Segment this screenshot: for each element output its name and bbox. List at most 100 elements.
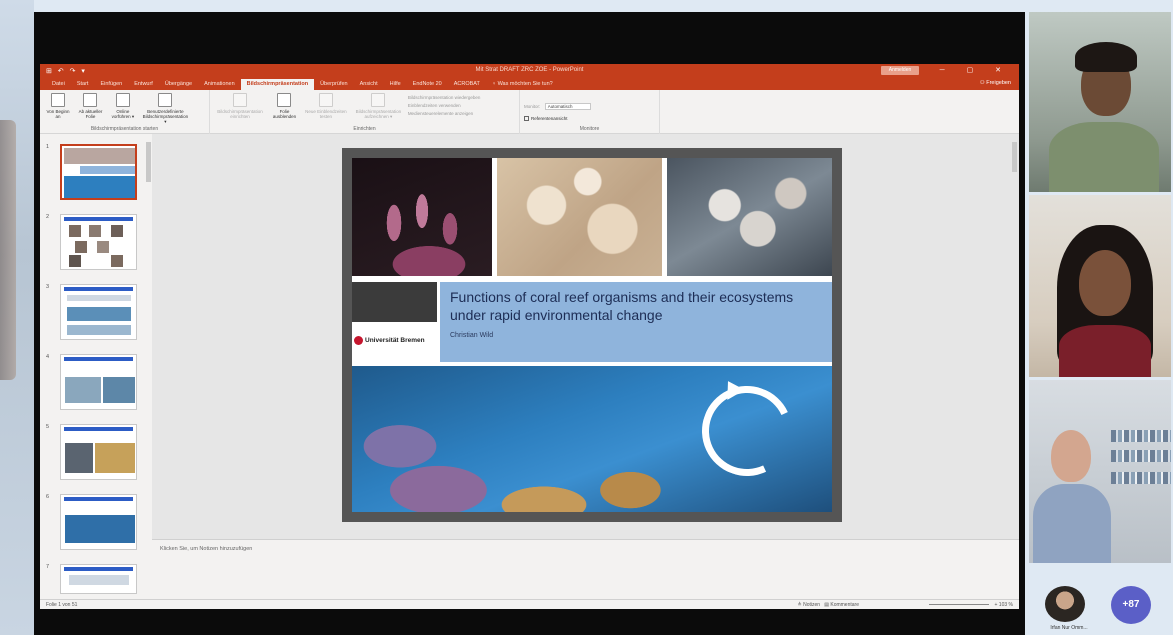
slide-title-line-1: Functions of coral reef organisms and th… xyxy=(450,289,794,305)
slide-canvas: Universität Bremen Functions of coral re… xyxy=(152,134,1019,539)
setup-show-button[interactable]: Bildschirmpräsentation einrichten xyxy=(214,93,266,119)
slide-thumbnail-pane: 1 2 3 4 5 6 7 xyxy=(40,134,152,599)
slide-author: Christian Wild xyxy=(450,332,494,339)
participant-face xyxy=(1051,430,1091,482)
participant-video-column xyxy=(1025,12,1173,635)
notes-placeholder: Klicken Sie, um Notizen hinzuzufügen xyxy=(160,546,253,552)
cycle-arrow-icon xyxy=(689,373,805,489)
slide-thumbnail-3[interactable] xyxy=(60,284,137,340)
tab-start[interactable]: Start xyxy=(71,79,95,90)
thumbnail-number: 3 xyxy=(46,284,50,290)
group-label-monitors: Monitore xyxy=(579,126,600,132)
tab-hilfe[interactable]: Hilfe xyxy=(384,79,407,90)
tab-acrobat[interactable]: ACROBAT xyxy=(448,79,486,90)
ribbon-group-start: Von Beginn an Ab aktueller Folie Online … xyxy=(40,90,210,134)
rehearse-timings-button[interactable]: Neue Einblendzeiten testen xyxy=(303,93,349,119)
slide-thumbnail-4[interactable] xyxy=(60,354,137,410)
comments-toggle-button[interactable]: ▤ Kommentare xyxy=(824,602,859,608)
tab-einfuegen[interactable]: Einfügen xyxy=(94,79,128,90)
current-slide[interactable]: Universität Bremen Functions of coral re… xyxy=(342,148,842,522)
sign-in-button[interactable]: Anmelden xyxy=(881,66,919,75)
canvas-scrollbar[interactable] xyxy=(1012,142,1017,172)
university-logo: Universität Bremen xyxy=(354,336,425,345)
group-label-setup: Einrichten xyxy=(353,126,376,132)
tell-me-search[interactable]: ♀ Was möchten Sie tun? xyxy=(486,79,559,90)
coral-photo-2 xyxy=(497,158,662,276)
zoom-slider[interactable] xyxy=(929,604,989,605)
zoom-level[interactable]: + 103 % xyxy=(995,602,1014,608)
coral-photo-3 xyxy=(667,158,832,276)
thumbnail-number: 5 xyxy=(46,424,50,430)
thumbnail-number: 1 xyxy=(46,144,50,150)
participant-body xyxy=(1049,122,1159,192)
globe-icon xyxy=(115,93,130,107)
participant-video-3[interactable] xyxy=(1029,380,1171,563)
thumbnail-scrollbar[interactable] xyxy=(146,142,151,182)
bookshelf xyxy=(1111,472,1171,484)
reef-underwater-photo xyxy=(352,366,832,512)
slide-thumbnail-2[interactable] xyxy=(60,214,137,270)
title-bar: ⊞ ↶ ↷ ▾ Mit Strat DRAFT ZRC ZOE - PowerP… xyxy=(40,64,1019,78)
background-wallpaper xyxy=(0,0,34,635)
group-label-start: Bildschirmpräsentation starten xyxy=(90,126,159,132)
hide-slide-icon xyxy=(277,93,292,107)
hide-slide-button[interactable]: Folie ausblenden xyxy=(270,93,298,119)
participant-video-2[interactable] xyxy=(1029,195,1171,377)
document-title: Mit Strat DRAFT ZRC ZOE - PowerPoint xyxy=(475,67,584,73)
record-icon xyxy=(371,93,386,107)
status-bar: Folie 1 von 51 ≜ Notizen ▤ Kommentare + … xyxy=(40,599,1019,609)
thumbnail-number: 2 xyxy=(46,214,50,220)
timer-icon xyxy=(318,93,333,107)
slide-thumbnail-1[interactable] xyxy=(60,144,137,200)
ribbon-group-setup: Bildschirmpräsentation einrichten Folie … xyxy=(210,90,520,134)
ribbon: Von Beginn an Ab aktueller Folie Online … xyxy=(40,90,1019,134)
bookshelf xyxy=(1111,430,1171,442)
from-current-slide-button[interactable]: Ab aktueller Folie xyxy=(76,93,104,119)
option-play-narrations[interactable]: Bildschirmpräsentation wiedergeben xyxy=(408,95,498,101)
slide-counter: Folie 1 von 51 xyxy=(46,602,78,608)
more-participants-button[interactable]: +87 xyxy=(1111,586,1151,624)
custom-show-button[interactable]: Benutzerdefinierte Bildschirmpräsentatio… xyxy=(141,93,189,124)
slide-thumbnail-5[interactable] xyxy=(60,424,137,480)
present-online-button[interactable]: Online vorführen ▾ xyxy=(109,93,137,119)
setup-options: Bildschirmpräsentation wiedergeben Einbl… xyxy=(408,93,498,119)
from-beginning-button[interactable]: Von Beginn an xyxy=(44,93,72,119)
university-logo-icon xyxy=(354,336,363,345)
tab-endnote[interactable]: EndNote 20 xyxy=(407,79,448,90)
presenter-view-checkbox[interactable]: Referentenansicht xyxy=(524,116,655,122)
share-button[interactable]: ⚇ Freigeben xyxy=(980,80,1011,86)
participant-video-1[interactable] xyxy=(1029,12,1171,192)
notes-pane[interactable]: Klicken Sie, um Notizen hinzuzufügen xyxy=(152,539,1019,599)
slide-thumbnail-7[interactable] xyxy=(60,564,137,594)
participant-body xyxy=(1059,325,1151,377)
window-controls[interactable]: ─ ▢ ✕ xyxy=(940,66,1011,74)
record-show-button[interactable]: Bildschirmpräsentation aufzeichnen ▾ xyxy=(353,93,403,119)
tab-entwurf[interactable]: Entwurf xyxy=(128,79,159,90)
tab-uebergaenge[interactable]: Übergänge xyxy=(159,79,198,90)
bookshelf xyxy=(1111,450,1171,462)
self-video-avatar[interactable] xyxy=(1045,586,1085,622)
tab-datei[interactable]: Datei xyxy=(46,79,71,90)
status-actions: ≜ Notizen ▤ Kommentare xyxy=(798,602,859,608)
thumbnail-number: 6 xyxy=(46,494,50,500)
monitor-dropdown[interactable]: Automatisch xyxy=(544,103,591,110)
tab-ueberpruefen[interactable]: Überprüfen xyxy=(314,79,354,90)
participant-hair xyxy=(1075,42,1137,72)
tab-ansicht[interactable]: Ansicht xyxy=(354,79,384,90)
coral-photo-1 xyxy=(352,158,492,276)
setup-icon xyxy=(233,93,247,107)
option-use-timings[interactable]: Einblendzeiten verwenden xyxy=(408,103,498,109)
presentation-icon xyxy=(51,93,65,107)
thumbnail-number: 7 xyxy=(46,564,50,570)
option-show-media-controls[interactable]: Mediensteuerelemente anzeigen xyxy=(408,111,498,117)
presentation-icon xyxy=(83,93,98,107)
tab-bildschirmpraesentation[interactable]: Bildschirmpräsentation xyxy=(240,79,315,90)
background-photo-peek xyxy=(0,120,16,380)
logo-placeholder xyxy=(352,282,437,322)
slide-thumbnail-6[interactable] xyxy=(60,494,137,550)
participant-face xyxy=(1079,250,1131,316)
tab-animationen[interactable]: Animationen xyxy=(198,79,241,90)
custom-show-icon xyxy=(158,93,173,107)
notes-toggle-button[interactable]: ≜ Notizen xyxy=(798,602,821,608)
powerpoint-window: ⊞ ↶ ↷ ▾ Mit Strat DRAFT ZRC ZOE - PowerP… xyxy=(40,64,1019,609)
